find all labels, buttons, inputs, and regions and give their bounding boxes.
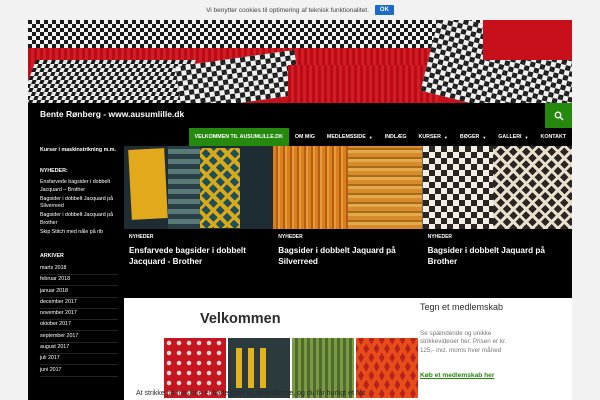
- nav-item-label: GALLERI: [498, 134, 522, 140]
- nav-item[interactable]: MEDLEMSSIDE ▼: [321, 128, 379, 146]
- membership-text: Se spændende og unikke strikkevideoer he…: [420, 330, 507, 354]
- nav-item[interactable]: VELKOMMEN TIL AUSUMLILLE.DK: [188, 128, 289, 146]
- archive-link[interactable]: december 2017: [40, 298, 118, 309]
- main-content: Velkommen: [124, 298, 444, 400]
- archive-list: marts 2018 februar 2018 januar 2018 decembe…: [40, 264, 118, 377]
- nav-item[interactable]: INDLÆG: [379, 128, 413, 146]
- archive-link[interactable]: september 2017: [40, 331, 118, 343]
- nav-item[interactable]: OM MIG: [289, 128, 321, 146]
- nav-item[interactable]: KURSER ▼: [413, 128, 454, 146]
- nav-item-label: KURSER: [418, 134, 441, 140]
- news-heading: NYHEDER:: [40, 168, 68, 174]
- archive-link[interactable]: oktober 2017: [40, 320, 118, 332]
- featured-post[interactable]: NYHEDER Bagsider i dobbelt Jaquard på Br…: [422, 146, 572, 298]
- gallery-image[interactable]: [164, 338, 226, 398]
- nav-item[interactable]: GALLERI ▼: [492, 128, 534, 146]
- archive-link[interactable]: juni 2017: [40, 365, 118, 377]
- featured-caption: NYHEDER Bagsider i dobbelt Jaquard på Si…: [273, 229, 423, 298]
- nav-item-label: INDLÆG: [384, 134, 407, 140]
- kurser-widget-title[interactable]: Kurser i maskinstrikning m.m.: [40, 146, 118, 154]
- archive-heading: ARKIVER: [40, 252, 64, 259]
- featured-image[interactable]: [273, 146, 423, 229]
- featured-caption: NYHEDER Ensfarvede bagsider i dobbelt Ja…: [124, 229, 274, 298]
- left-gutter: [0, 20, 28, 400]
- featured-post[interactable]: NYHEDER Ensfarvede bagsider i dobbelt Ja…: [124, 146, 274, 298]
- gallery-image[interactable]: [356, 338, 418, 398]
- membership-title: Tegn et medlemskab: [420, 302, 504, 312]
- caret-down-icon: ▼: [443, 134, 448, 140]
- search-toggle-button[interactable]: [545, 103, 572, 128]
- featured-posts: NYHEDER Ensfarvede bagsider i dobbelt Ja…: [124, 146, 572, 298]
- featured-category[interactable]: NYHEDER: [129, 234, 268, 240]
- archive-link[interactable]: marts 2018: [40, 264, 118, 275]
- search-icon: [554, 111, 563, 120]
- caret-down-icon: ▼: [482, 134, 487, 140]
- site-title[interactable]: Bente Rønberg - www.ausumlille.dk: [40, 109, 184, 119]
- archive-link[interactable]: juli 2017: [40, 354, 118, 366]
- archive-link[interactable]: november 2017: [40, 309, 118, 321]
- nav-item-label: OM MIG: [294, 134, 315, 140]
- featured-title[interactable]: Ensfarvede bagsider i dobbelt Jacquard -…: [129, 246, 268, 267]
- header-bar: Bente Rønberg - www.ausumlille.dk: [28, 103, 572, 128]
- banner-pattern-left: [28, 60, 196, 103]
- membership-link[interactable]: Køb et medlemskab her: [420, 372, 494, 379]
- nav-item-label: BØGER: [459, 134, 480, 140]
- news-link[interactable]: Ensfarvede bagsider i dobbelt Jacquard –…: [40, 179, 118, 194]
- featured-image[interactable]: [124, 146, 274, 229]
- archive-link[interactable]: januar 2018: [40, 286, 118, 298]
- caret-down-icon: ▼: [368, 134, 373, 140]
- nav-item-label: VELKOMMEN TIL AUSUMLILLE.DK: [194, 134, 283, 140]
- cookie-text: Vi benytter cookies til optimering af te…: [206, 6, 369, 14]
- news-list: Ensfarvede bagsider i dobbelt Jacquard –…: [40, 179, 118, 237]
- primary-navigation: VELKOMMEN TIL AUSUMLILLE.DK OM MIG MEDLEMS…: [28, 128, 572, 146]
- featured-title[interactable]: Bagsider i dobbelt Jaquard på Silverreed: [278, 246, 417, 267]
- featured-caption: NYHEDER Bagsider i dobbelt Jaquard på Br…: [422, 229, 572, 298]
- nav-item-label: KONTAKT: [540, 134, 567, 140]
- caret-down-icon: ▼: [524, 134, 529, 140]
- right-gutter: [572, 20, 600, 400]
- nav-item-label: MEDLEMSSIDE: [326, 134, 366, 140]
- archive-link[interactable]: august 2017: [40, 343, 118, 355]
- featured-category[interactable]: NYHEDER: [278, 234, 417, 240]
- gallery-image[interactable]: [292, 338, 354, 398]
- news-link[interactable]: Skip Stitch med nåle på rib: [40, 229, 118, 237]
- left-sidebar: Kurser i maskinstrikning m.m. NYHEDER: E…: [28, 146, 124, 400]
- cookie-ok-button[interactable]: OK: [374, 5, 394, 15]
- news-link[interactable]: Bagsider i dobbelt Jacquard på Silverree…: [40, 196, 118, 211]
- header-banner-image[interactable]: [28, 20, 572, 103]
- banner-pattern-red2: [288, 65, 438, 103]
- intro-text: At strikke på maskine er både sjovt og s…: [136, 390, 366, 397]
- nav-item[interactable]: KONTAKT: [535, 128, 573, 146]
- banner-pattern-red3: [483, 20, 572, 60]
- featured-image[interactable]: [422, 146, 572, 229]
- nav-item[interactable]: BØGER ▼: [454, 128, 492, 146]
- featured-post[interactable]: NYHEDER Bagsider i dobbelt Jaquard på Si…: [273, 146, 423, 298]
- news-link[interactable]: Bagsider i dobbelt Jacquard på Brother: [40, 212, 118, 227]
- featured-title[interactable]: Bagsider i dobbelt Jaquard på Brother: [428, 246, 567, 267]
- featured-category[interactable]: NYHEDER: [428, 234, 567, 240]
- cookie-bar: Vi benytter cookies til optimering af te…: [0, 0, 600, 20]
- page-title: Velkommen: [200, 311, 281, 327]
- welcome-gallery: [164, 338, 418, 398]
- gallery-image[interactable]: [228, 338, 290, 398]
- archive-link[interactable]: februar 2018: [40, 275, 118, 287]
